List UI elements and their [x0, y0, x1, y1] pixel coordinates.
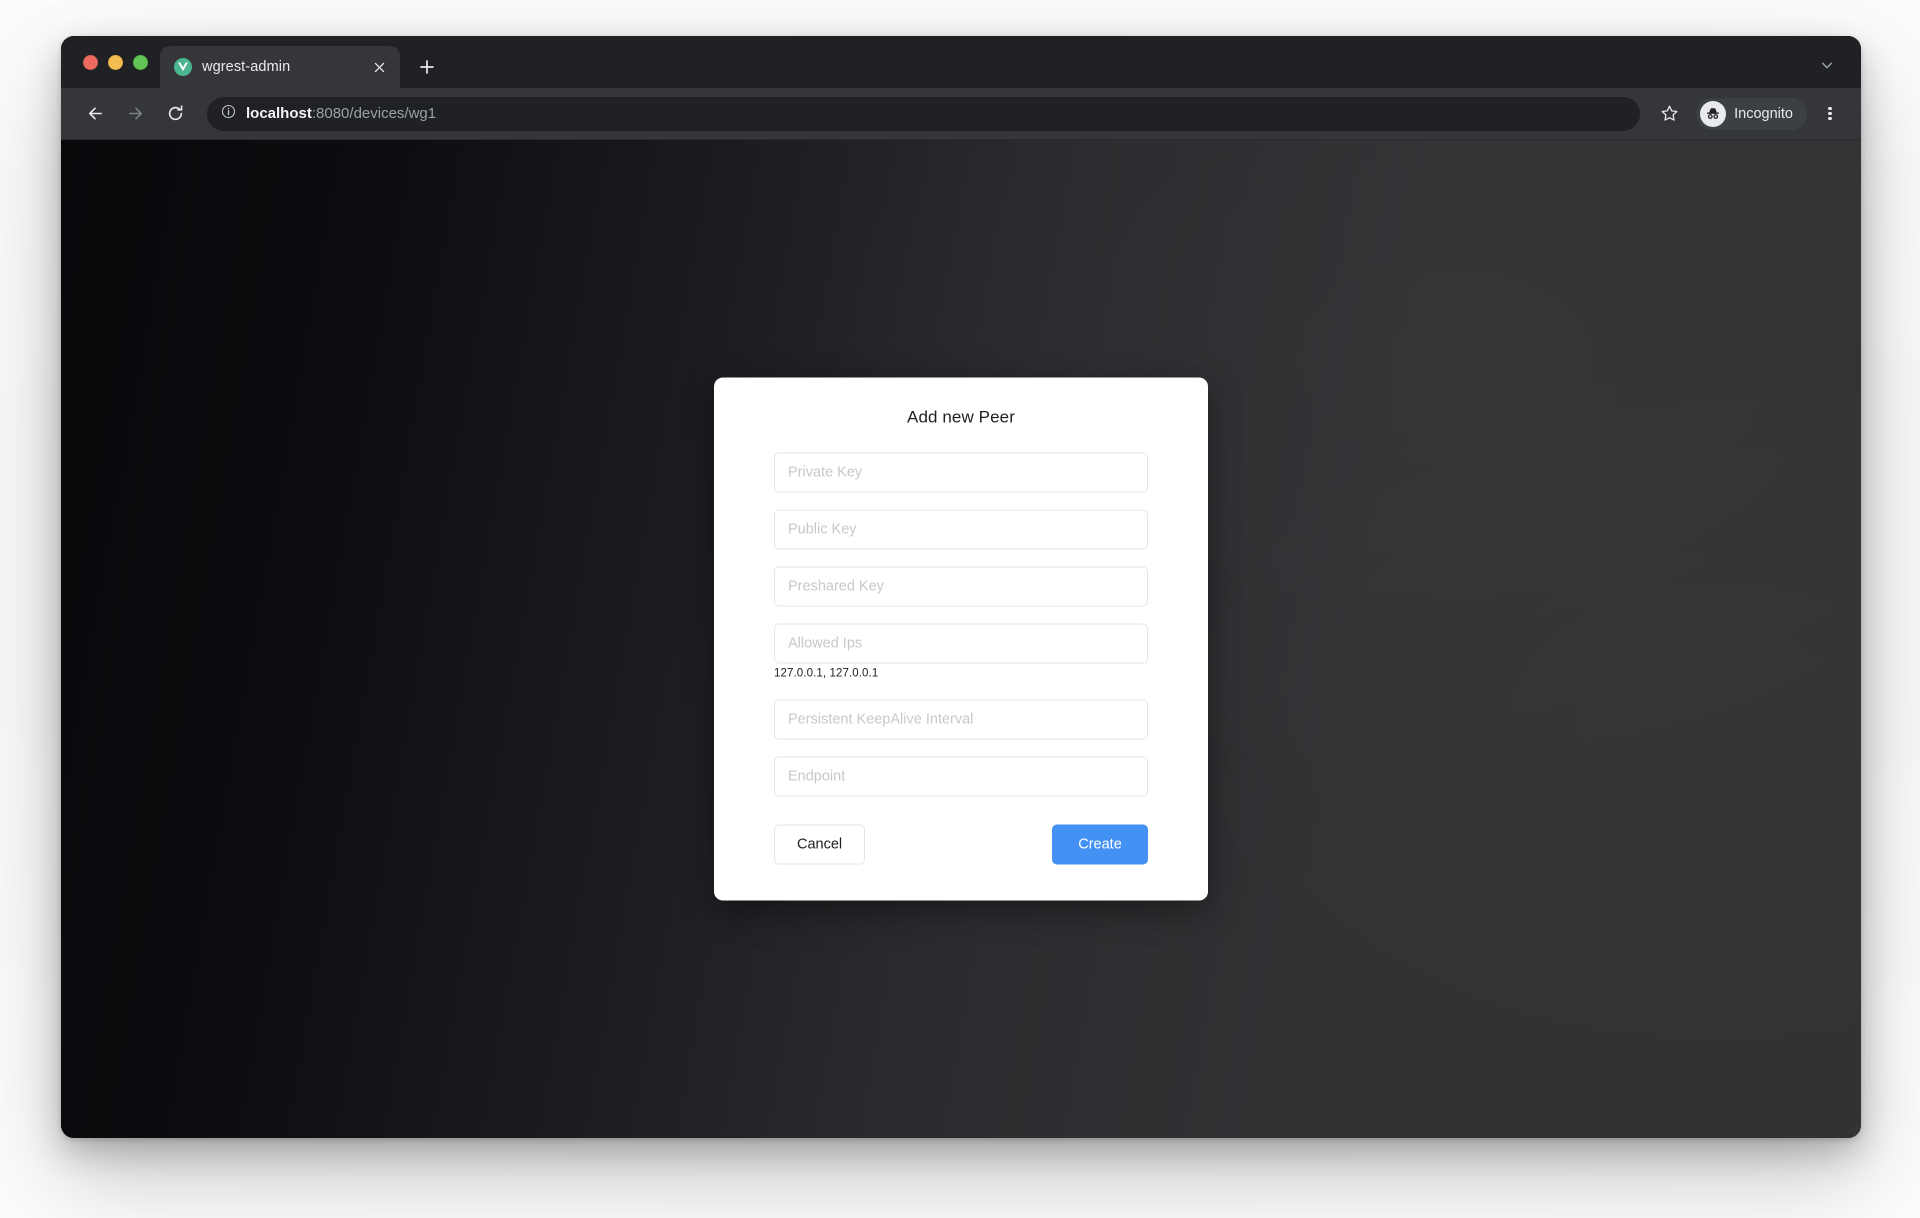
- back-button[interactable]: [77, 96, 113, 132]
- browser-tab[interactable]: wgrest-admin: [160, 46, 400, 88]
- star-icon[interactable]: [1652, 97, 1686, 131]
- field-allowed-ips: 127.0.0.1, 127.0.0.1: [774, 623, 1148, 680]
- cancel-button[interactable]: Cancel: [774, 824, 866, 865]
- dialog-actions: Cancel Create: [774, 824, 1148, 865]
- reload-button[interactable]: [157, 96, 193, 132]
- endpoint-input[interactable]: [774, 756, 1148, 797]
- persistent-keepalive-interval-input[interactable]: [774, 699, 1148, 740]
- address-bar[interactable]: localhost:8080/devices/wg1: [207, 96, 1641, 131]
- maximize-window-button[interactable]: [133, 54, 148, 70]
- close-window-button[interactable]: [83, 54, 98, 70]
- incognito-icon: [1700, 100, 1727, 127]
- url-host: localhost: [246, 105, 312, 122]
- info-circle-icon[interactable]: [221, 104, 236, 124]
- field-persistent-keepalive-interval: [774, 699, 1148, 740]
- field-public-key: [774, 509, 1148, 550]
- minimize-window-button[interactable]: [108, 54, 123, 70]
- add-peer-dialog: Add new Peer 127.0.0.1, 127.0.0.1: [714, 377, 1208, 901]
- url-path: :8080/devices/wg1: [311, 105, 437, 122]
- allowed-ips-hint: 127.0.0.1, 127.0.0.1: [774, 667, 879, 680]
- forward-button[interactable]: [117, 96, 153, 132]
- field-preshared-key: [774, 566, 1148, 607]
- tab-strip: wgrest-admin: [61, 36, 1861, 88]
- profile-label: Incognito: [1734, 105, 1793, 122]
- private-key-input[interactable]: [774, 452, 1148, 493]
- preshared-key-input[interactable]: [774, 566, 1148, 607]
- field-endpoint: [774, 756, 1148, 797]
- page-viewport: Add new Peer 127.0.0.1, 127.0.0.1: [61, 140, 1861, 1138]
- vue-logo-icon: [174, 58, 192, 76]
- browser-toolbar: localhost:8080/devices/wg1 Incognito: [61, 88, 1861, 140]
- profile-chip[interactable]: Incognito: [1696, 97, 1807, 130]
- url-text: localhost:8080/devices/wg1: [246, 105, 436, 122]
- tab-title: wgrest-admin: [202, 59, 291, 75]
- create-button[interactable]: Create: [1052, 824, 1148, 865]
- window-controls: [75, 36, 160, 88]
- field-private-key: [774, 452, 1148, 493]
- close-tab-button[interactable]: [368, 56, 390, 78]
- tab-search-button[interactable]: [1813, 51, 1841, 79]
- new-tab-button[interactable]: [410, 50, 444, 84]
- public-key-input[interactable]: [774, 509, 1148, 550]
- dialog-title: Add new Peer: [907, 407, 1015, 427]
- three-dot-menu-icon[interactable]: [1813, 97, 1847, 131]
- allowed-ips-input[interactable]: [774, 623, 1148, 664]
- browser-window: wgrest-admin localhost:8080/devices/wg1 …: [61, 36, 1861, 1138]
